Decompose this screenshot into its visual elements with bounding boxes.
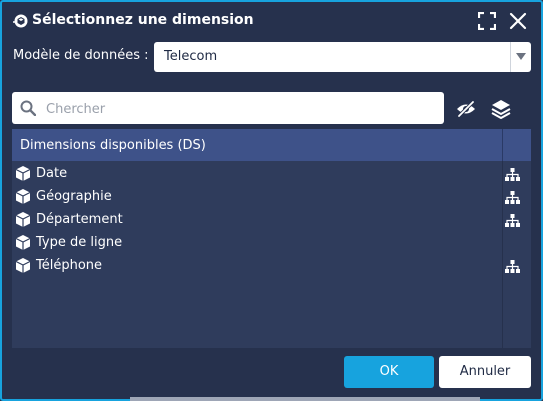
list-item[interactable]: Géographie	[12, 186, 531, 209]
select-dimension-dialog: Sélectionnez une dimension Modèle de don…	[0, 0, 543, 401]
list-item-label: Département	[36, 212, 123, 227]
list-header: Dimensions disponibles (DS)	[12, 129, 531, 161]
data-model-value: Telecom	[164, 49, 218, 64]
window-bottom-edge	[130, 397, 480, 401]
cube-icon	[16, 212, 30, 227]
layers-icon[interactable]	[491, 99, 511, 119]
list-header-label: Dimensions disponibles (DS)	[20, 138, 206, 153]
dimension-cube-icon	[13, 14, 28, 28]
ok-button[interactable]: OK	[344, 356, 434, 388]
list-item[interactable]: Type de ligne	[12, 232, 531, 255]
hierarchy-icon[interactable]	[505, 214, 520, 227]
dialog-title: Sélectionnez une dimension	[32, 12, 254, 28]
dimensions-list[interactable]: Dimensions disponibles (DS) Date Géograp…	[12, 129, 531, 348]
select-divider	[510, 42, 511, 72]
list-item-label: Date	[36, 166, 68, 181]
list-item-label: Téléphone	[36, 258, 103, 273]
list-item[interactable]: Téléphone	[12, 255, 531, 278]
eye-slash-icon[interactable]	[456, 99, 476, 119]
list-item-label: Géographie	[36, 189, 112, 204]
list-item[interactable]: Département	[12, 209, 531, 232]
hierarchy-icon[interactable]	[505, 260, 520, 273]
close-icon[interactable]	[509, 12, 527, 30]
search-box[interactable]	[12, 92, 444, 124]
hierarchy-icon[interactable]	[505, 191, 520, 204]
maximize-icon[interactable]	[478, 12, 496, 30]
cube-icon	[16, 189, 30, 204]
list-item-label: Type de ligne	[36, 235, 123, 250]
search-input[interactable]	[44, 97, 440, 121]
data-model-label: Modèle de données :	[13, 48, 149, 63]
search-icon	[20, 100, 36, 116]
hierarchy-icon[interactable]	[505, 168, 520, 181]
cube-icon	[16, 258, 30, 273]
chevron-down-icon[interactable]	[516, 53, 526, 61]
dialog-titlebar[interactable]: Sélectionnez une dimension	[2, 2, 541, 40]
data-model-select[interactable]: Telecom	[154, 42, 531, 72]
cube-icon	[16, 166, 30, 181]
header-column-divider	[502, 129, 503, 161]
cube-icon	[16, 235, 30, 250]
cancel-button[interactable]: Annuler	[439, 356, 531, 388]
list-item[interactable]: Date	[12, 163, 531, 186]
